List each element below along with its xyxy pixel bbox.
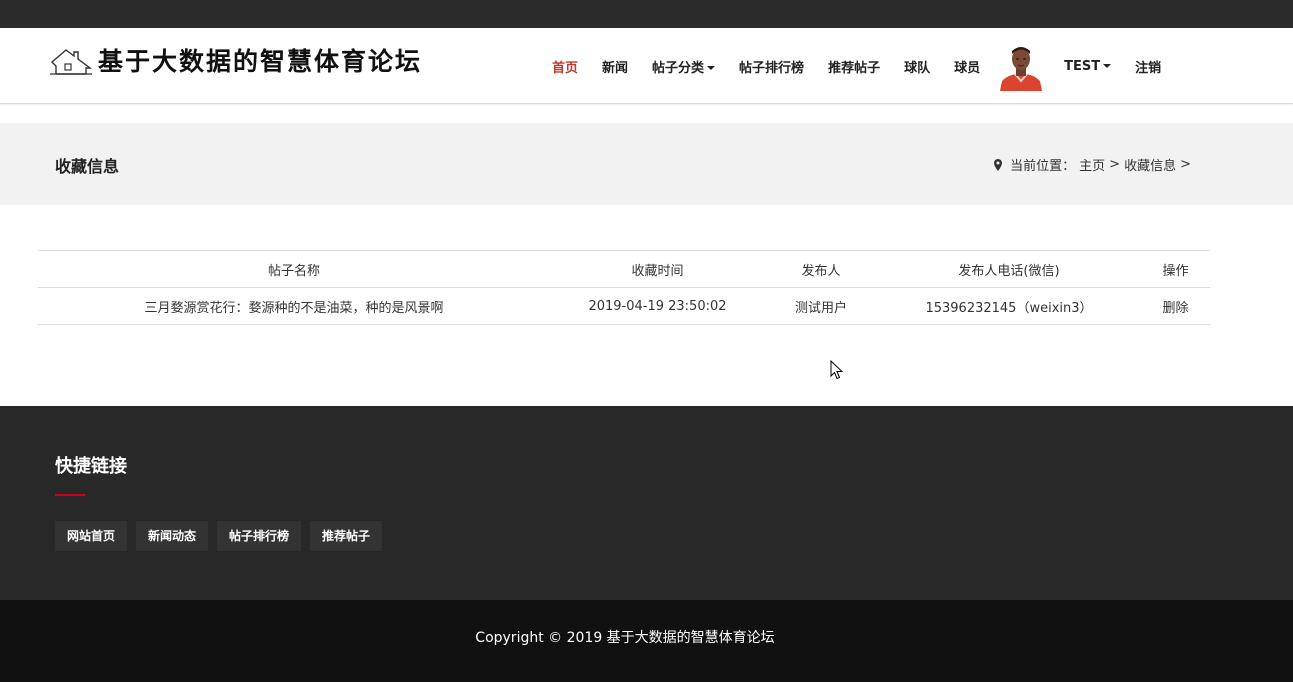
post-name-cell[interactable]: 三月婺源赏花行：婺源种的不是油菜，种的是风景啊: [38, 287, 550, 325]
site-header: 基于大数据的智慧体育论坛 首页 新闻 帖子分类 帖子排行榜 推荐帖子 球队 球员…: [0, 28, 1293, 104]
footer-title: 快捷链接: [55, 456, 127, 477]
nav-post-ranking[interactable]: 帖子排行榜: [727, 57, 816, 76]
column-header-publisher: 发布人: [765, 250, 877, 288]
column-header-favorite-time: 收藏时间: [550, 250, 765, 288]
column-header-action: 操作: [1141, 250, 1210, 288]
breadcrumb: 当前位置： 主页 > 收藏信息 >: [994, 155, 1195, 174]
quick-links: 网站首页 新闻动态 帖子排行榜 推荐帖子: [55, 521, 391, 551]
quick-link-post-ranking[interactable]: 帖子排行榜: [217, 521, 302, 551]
delete-button[interactable]: 删除: [1162, 301, 1188, 316]
footer-divider: [55, 494, 85, 496]
nav-post-categories[interactable]: 帖子分类: [640, 57, 727, 76]
copyright-bar: Copyright © 2019 基于大数据的智慧体育论坛: [0, 600, 1293, 682]
house-icon: [50, 49, 92, 75]
quick-link-home[interactable]: 网站首页: [55, 521, 128, 551]
table-header-row: 帖子名称 收藏时间 发布人 发布人电话(微信) 操作: [38, 250, 1210, 288]
publisher-cell: 测试用户: [765, 287, 877, 325]
mouse-pointer-icon: [830, 360, 844, 380]
breadcrumb-separator: >: [1180, 157, 1191, 172]
phone-cell: 15396232145（weixin3）: [877, 287, 1141, 325]
favorite-time-cell: 2019-04-19 23:50:02: [550, 287, 765, 325]
nav-recommended-posts[interactable]: 推荐帖子: [816, 57, 892, 76]
column-header-post-name: 帖子名称: [38, 250, 550, 288]
caret-down-icon: [1103, 64, 1112, 68]
nav-teams[interactable]: 球队: [892, 57, 942, 76]
breadcrumb-current[interactable]: 收藏信息: [1124, 155, 1176, 174]
nav-news[interactable]: 新闻: [590, 57, 640, 76]
page-title: 收藏信息: [55, 157, 120, 176]
favorites-table: 帖子名称 收藏时间 发布人 发布人电话(微信) 操作 三月婺源赏花行：婺源种的不…: [38, 250, 1210, 325]
column-header-publisher-phone: 发布人电话(微信): [877, 250, 1141, 288]
quick-link-news[interactable]: 新闻动态: [136, 521, 209, 551]
user-avatar[interactable]: [996, 41, 1047, 91]
top-bar: [0, 0, 1293, 28]
map-pin-icon: [994, 158, 1003, 171]
breadcrumb-separator: >: [1109, 157, 1121, 172]
site-logo[interactable]: 基于大数据的智慧体育论坛: [50, 42, 422, 78]
logout-link[interactable]: 注销: [1123, 57, 1173, 76]
nav-post-categories-label: 帖子分类: [652, 60, 705, 76]
footer: 快捷链接 网站首页 新闻动态 帖子排行榜 推荐帖子: [0, 406, 1293, 600]
user-name: TEST: [1064, 58, 1101, 74]
nav-players[interactable]: 球员: [942, 57, 992, 76]
caret-down-icon: [707, 66, 716, 70]
player-photo-icon: [996, 41, 1047, 91]
copyright-text: Copyright © 2019 基于大数据的智慧体育论坛: [475, 630, 775, 646]
nav-home[interactable]: 首页: [540, 57, 590, 76]
action-cell: 删除: [1141, 287, 1210, 325]
breadcrumb-prefix: 当前位置：: [1010, 159, 1076, 174]
table-row: 三月婺源赏花行：婺源种的不是油菜，种的是风景啊 2019-04-19 23:50…: [38, 287, 1210, 325]
page-title-bar: 收藏信息 当前位置： 主页 > 收藏信息 >: [0, 123, 1293, 205]
site-title: 基于大数据的智慧体育论坛: [98, 47, 423, 76]
main-nav: 首页 新闻 帖子分类 帖子排行榜 推荐帖子 球队 球员 TEST 注销: [540, 28, 1173, 104]
user-menu[interactable]: TEST: [1052, 59, 1123, 74]
quick-link-recommended-posts[interactable]: 推荐帖子: [310, 521, 383, 551]
breadcrumb-home[interactable]: 主页: [1079, 155, 1105, 174]
